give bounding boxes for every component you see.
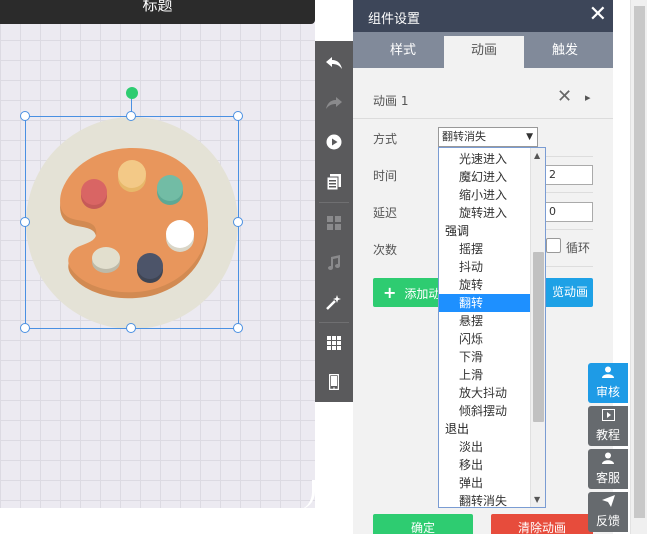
redo-icon[interactable] bbox=[315, 83, 353, 123]
delay-input[interactable]: 0 bbox=[545, 202, 593, 222]
remove-animation-icon[interactable]: ✕ bbox=[557, 86, 572, 107]
dropdown-group-label: 强调 bbox=[445, 224, 470, 238]
user-icon bbox=[588, 366, 628, 383]
pages-icon[interactable] bbox=[315, 162, 353, 202]
confirm-button[interactable]: 确定 bbox=[373, 514, 473, 534]
plus-icon: + bbox=[383, 283, 397, 302]
editor-canvas[interactable]: 标题 bbox=[0, 0, 315, 534]
dropdown-option[interactable]: 翻转消失 bbox=[439, 492, 531, 507]
loop-label: 循环 bbox=[566, 241, 591, 255]
dropdown-scroll-thumb[interactable] bbox=[533, 252, 544, 422]
chevron-right-icon[interactable]: ▸ bbox=[585, 91, 591, 104]
animation-header[interactable]: 动画 1 ✕ ▸ bbox=[353, 80, 613, 116]
chevron-down-icon: ▼ bbox=[526, 132, 533, 142]
support-button[interactable]: 客服 bbox=[588, 449, 628, 489]
panel-header: 组件设置 ✕ bbox=[353, 0, 613, 32]
animation-name: 动画 1 bbox=[373, 94, 409, 108]
grid-icon[interactable] bbox=[315, 203, 353, 243]
panel-tabs: 样式 动画 触发 bbox=[353, 32, 613, 68]
resize-handle-nw[interactable] bbox=[20, 111, 30, 121]
dropdown-option[interactable]: 摇摆 bbox=[439, 240, 531, 258]
dropdown-option[interactable]: 倾斜摆动 bbox=[439, 402, 531, 420]
page-title-bar: 标题 bbox=[0, 0, 315, 24]
divider bbox=[353, 118, 613, 119]
scroll-up-icon[interactable]: ▲ bbox=[534, 151, 540, 160]
dropdown-option[interactable]: 移出 bbox=[439, 456, 531, 474]
magic-icon[interactable] bbox=[315, 282, 353, 322]
dropdown-option[interactable]: 悬摆 bbox=[439, 312, 531, 330]
count-label: 次数 bbox=[373, 243, 398, 257]
delay-label: 延迟 bbox=[373, 206, 398, 220]
add-animation-label: 添加动 bbox=[404, 287, 441, 301]
send-icon bbox=[588, 495, 628, 512]
undo-icon[interactable] bbox=[315, 43, 353, 83]
phone-frame-edge bbox=[0, 480, 315, 510]
dropdown-option[interactable]: 缩小进入 bbox=[439, 186, 531, 204]
resize-handle-e[interactable] bbox=[233, 217, 243, 227]
page-title: 标题 bbox=[142, 0, 173, 14]
clear-animation-button[interactable]: 清除动画 bbox=[491, 514, 593, 534]
selection-box[interactable] bbox=[25, 116, 239, 329]
support-label: 客服 bbox=[595, 471, 620, 485]
scroll-down-icon[interactable]: ▼ bbox=[534, 495, 540, 504]
panel-title: 组件设置 bbox=[368, 12, 421, 27]
music-icon[interactable] bbox=[315, 243, 353, 283]
mode-select-value: 翻转消失 bbox=[442, 130, 486, 143]
tab-trigger[interactable]: 触发 bbox=[525, 36, 605, 68]
mode-label: 方式 bbox=[373, 132, 398, 146]
time-input[interactable]: 2 bbox=[545, 165, 593, 185]
loop-checkbox[interactable] bbox=[546, 238, 561, 253]
resize-handle-se[interactable] bbox=[233, 323, 243, 333]
close-icon[interactable]: ✕ bbox=[589, 2, 607, 28]
resize-handle-n[interactable] bbox=[126, 111, 136, 121]
review-button[interactable]: 审核 bbox=[588, 363, 628, 403]
dropdown-option[interactable]: 闪烁 bbox=[439, 330, 531, 348]
tab-style[interactable]: 样式 bbox=[363, 36, 443, 68]
resize-handle-ne[interactable] bbox=[233, 111, 243, 121]
table-icon[interactable] bbox=[315, 323, 353, 363]
feedback-label: 反馈 bbox=[595, 514, 620, 528]
phone-icon[interactable] bbox=[315, 362, 353, 402]
time-label: 时间 bbox=[373, 169, 398, 183]
dropdown-option[interactable]: 光速进入 bbox=[439, 150, 531, 168]
dropdown-option[interactable]: 淡出 bbox=[439, 438, 531, 456]
feedback-button[interactable]: 反馈 bbox=[588, 492, 628, 532]
canvas-footer bbox=[0, 508, 315, 534]
dropdown-option[interactable]: 抖动 bbox=[439, 258, 531, 276]
review-label: 审核 bbox=[595, 385, 620, 399]
dropdown-option[interactable]: 旋转进入 bbox=[439, 204, 531, 222]
tutorial-button[interactable]: 教程 bbox=[588, 406, 628, 446]
dropdown-option[interactable]: 魔幻进入 bbox=[439, 168, 531, 186]
video-icon bbox=[588, 409, 628, 426]
user-icon bbox=[588, 452, 628, 469]
mode-select[interactable]: 翻转消失 ▼ bbox=[438, 127, 538, 147]
dropdown-group-label: 退出 bbox=[445, 422, 470, 436]
tutorial-label: 教程 bbox=[595, 428, 620, 442]
dropdown-option[interactable]: 旋转 bbox=[439, 276, 531, 294]
dropdown-scrollbar[interactable]: ▲ ▼ bbox=[530, 148, 545, 507]
dropdown-option[interactable]: 弹出 bbox=[439, 474, 531, 492]
play-icon[interactable] bbox=[315, 122, 353, 162]
vertical-toolbar bbox=[315, 41, 353, 402]
dropdown-option[interactable]: 放大抖动 bbox=[439, 384, 531, 402]
page-scrollbar[interactable] bbox=[630, 0, 647, 534]
resize-handle-s[interactable] bbox=[126, 323, 136, 333]
resize-handle-sw[interactable] bbox=[20, 323, 30, 333]
animation-mode-dropdown[interactable]: 光速进入 魔幻进入 缩小进入 旋转进入强调摇摆 抖动 旋转 翻转 悬摆 闪烁 下滑 上滑 放大抖动 倾斜… bbox=[438, 147, 546, 508]
resize-handle-w[interactable] bbox=[20, 217, 30, 227]
rotate-handle[interactable] bbox=[126, 87, 138, 99]
dropdown-option[interactable]: 翻转 bbox=[439, 294, 531, 312]
dropdown-option[interactable]: 上滑 bbox=[439, 366, 531, 384]
tab-animation[interactable]: 动画 bbox=[444, 36, 524, 68]
page-scroll-thumb[interactable] bbox=[634, 6, 645, 518]
dropdown-option[interactable]: 下滑 bbox=[439, 348, 531, 366]
